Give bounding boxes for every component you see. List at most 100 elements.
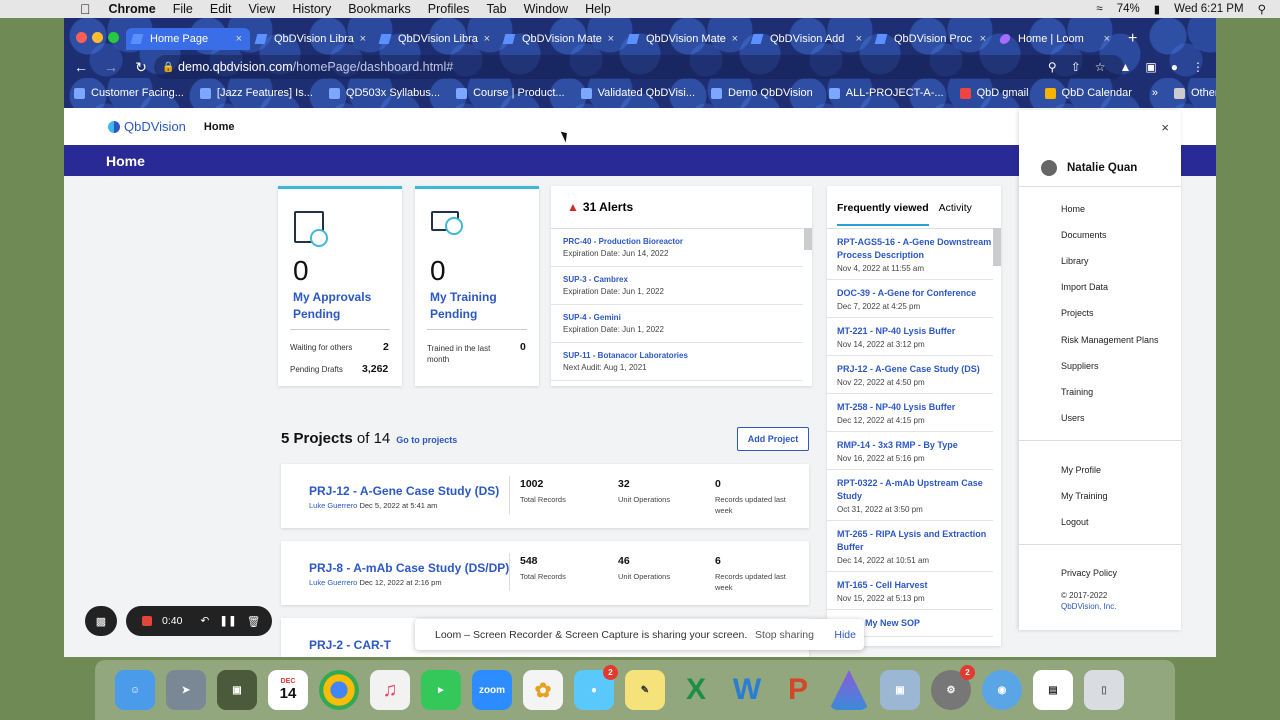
project-owner[interactable]: Luke Guerrero [309, 501, 357, 510]
profile-avatar[interactable]: ● [1171, 60, 1178, 74]
alert-title[interactable]: SUP-4 - Gemini [563, 313, 803, 322]
item-title[interactable]: MT-221 - NP-40 Lysis Buffer [837, 325, 993, 338]
close-tab-icon[interactable]: × [608, 33, 614, 45]
zoom-app-icon[interactable]: zoom [472, 670, 512, 710]
tab-home-page[interactable]: Home Page × [126, 28, 250, 50]
privacy-policy-link[interactable]: Privacy Policy [1061, 568, 1117, 578]
menu-app[interactable]: Chrome [109, 2, 156, 16]
bookmark-qbd-calendar[interactable]: QbD Calendar [1044, 87, 1132, 99]
bookmarks-overflow-icon[interactable]: » [1152, 87, 1158, 99]
list-item[interactable]: PRC-40 - Production Bioreactor Expiration… [551, 229, 803, 267]
item-title[interactable]: DOC-39 - A-Gene for Conference [837, 287, 993, 300]
project-title[interactable]: PRJ-12 - A-Gene Case Study (DS) [309, 484, 499, 498]
powerpoint-app-icon[interactable]: P [778, 670, 818, 710]
bookmark-other[interactable]: Other Bookmarks [1174, 87, 1216, 99]
forward-icon[interactable]: → [98, 59, 124, 75]
bookmark-validated-qbdvision[interactable]: Validated QbDVisi... [580, 87, 695, 99]
menu-tab[interactable]: Tab [486, 2, 506, 16]
alert-title[interactable]: PRC-40 - Production Bioreactor [563, 237, 803, 246]
list-item[interactable]: SUP-11 - Botanacor Laboratories Next Audi… [551, 343, 803, 381]
add-project-button[interactable]: Add Project [737, 427, 809, 451]
facetime-app-icon[interactable]: ► [421, 670, 461, 710]
network-app-icon[interactable]: ◉ [982, 670, 1022, 710]
list-item[interactable]: MT-258 - NP-40 Lysis Buffer Dec 12, 2022 … [827, 394, 993, 432]
clock[interactable]: Wed 6:21 PM [1174, 3, 1243, 15]
bookmark-course-product[interactable]: Course | Product... [456, 87, 565, 99]
tab-frequently-viewed[interactable]: Frequently viewed [837, 202, 929, 226]
bookmark-customer-facing[interactable]: Customer Facing... [74, 87, 184, 99]
new-tab-button[interactable]: + [1128, 28, 1137, 50]
battery-icon[interactable]: ▮ [1154, 2, 1160, 16]
calendar-app-icon[interactable]: DEC 14 [268, 670, 308, 710]
stickies-app-icon[interactable]: ✎ [625, 670, 665, 710]
alert-title[interactable]: SUP-3 - Cambrex [563, 275, 803, 284]
close-tab-icon[interactable]: × [732, 33, 738, 45]
undo-icon[interactable]: ↶ [200, 615, 209, 627]
lock-icon[interactable]: 🔒 [162, 62, 174, 73]
sidebar-icon[interactable]: ▣ [1145, 60, 1156, 74]
close-tab-icon[interactable]: × [1104, 33, 1110, 45]
back-icon[interactable]: ← [68, 59, 94, 75]
stop-sharing-button[interactable]: Stop sharing [755, 629, 814, 641]
close-tab-icon[interactable]: × [360, 33, 366, 45]
menu-item-library[interactable]: Library [1061, 256, 1089, 266]
menu-help[interactable]: Help [585, 2, 611, 16]
qbdvision-logo[interactable]: QbDVision [108, 119, 186, 134]
bookmark-demo-qbdvision[interactable]: Demo QbDVision [711, 87, 813, 99]
item-title[interactable]: PRJ-12 - A-Gene Case Study (DS) [837, 363, 993, 376]
tab-library-1[interactable]: QbDVision Libra × [250, 28, 374, 50]
bookmark-qd503x[interactable]: QD503x Syllabus... [328, 87, 440, 99]
apple-icon[interactable]:  [80, 1, 91, 17]
waiting-value[interactable]: 2 [383, 341, 389, 353]
item-title[interactable]: RPT-AGS5-16 - A-Gene Downstream Process … [837, 236, 993, 262]
hide-button[interactable]: Hide [834, 629, 856, 641]
word-app-icon[interactable]: W [727, 670, 767, 710]
zoom-icon[interactable]: ⚲ [1048, 60, 1057, 74]
menu-item-risk-management-plans[interactable]: Risk Management Plans [1061, 335, 1159, 345]
close-icon[interactable]: × [1161, 120, 1169, 135]
trash-bin-icon[interactable]: ▯ [1084, 670, 1124, 710]
frequent-scrollbar[interactable] [993, 228, 1001, 266]
approvals-card[interactable]: 0 My Approvals Pending Waiting for other… [278, 186, 402, 386]
photos-app-icon[interactable]: ✿ [523, 670, 563, 710]
share-icon[interactable]: ⇧ [1071, 60, 1081, 74]
project-card[interactable]: PRJ-8 - A-mAb Case Study (DS/DP) Luke Gu… [281, 541, 809, 605]
more-menu-icon[interactable]: ⋮ [1192, 60, 1204, 74]
bookmark-jazz-features[interactable]: [Jazz Features] Is... [199, 87, 313, 99]
minimize-window-button[interactable] [92, 32, 103, 43]
drafts-value[interactable]: 3,262 [362, 363, 388, 375]
chrome-app-icon[interactable] [319, 670, 359, 710]
header-home-link[interactable]: Home [204, 121, 235, 133]
close-tab-icon[interactable]: × [484, 33, 490, 45]
close-window-button[interactable] [76, 32, 87, 43]
menu-view[interactable]: View [248, 2, 275, 16]
wifi-icon[interactable]: ≈ [1096, 3, 1102, 15]
system-preferences-icon[interactable]: ⚙ 2 [931, 665, 975, 710]
bookmark-qbd-gmail[interactable]: QbD gmail [959, 87, 1029, 99]
reload-icon[interactable]: ↻ [128, 59, 154, 76]
messages-app-icon[interactable]: ● 2 [574, 665, 618, 710]
approvals-label[interactable]: My Approvals Pending [293, 289, 393, 323]
menu-item-users[interactable]: Users [1061, 413, 1085, 423]
list-item[interactable]: PRJ-12 - A-Gene Case Study (DS) Nov 22, 2… [827, 356, 993, 394]
address-bar[interactable]: 🔒 demo.qbdvision.com/homePage/dashboard.… [154, 55, 1124, 79]
list-item[interactable]: RPT-AGS5-16 - A-Gene Downstream Process … [827, 229, 993, 280]
project-title[interactable]: PRJ-8 - A-mAb Case Study (DS/DP) [309, 561, 509, 575]
list-item[interactable]: DOC-39 - A-Gene for Conference Dec 7, 202… [827, 280, 993, 318]
tab-library-2[interactable]: QbDVision Libra × [374, 28, 498, 50]
finder-icon[interactable]: ☺ [115, 670, 155, 710]
bookmark-all-project[interactable]: ALL-PROJECT-A-... [828, 87, 944, 99]
menu-item-my-training[interactable]: My Training [1061, 491, 1108, 501]
training-card[interactable]: 0 My Training Pending Trained in the las… [415, 186, 539, 386]
project-card[interactable]: PRJ-12 - A-Gene Case Study (DS) Luke Gue… [281, 464, 809, 528]
menu-item-projects[interactable]: Projects [1061, 308, 1094, 318]
menu-item-suppliers[interactable]: Suppliers [1061, 361, 1099, 371]
tab-activity[interactable]: Activity [939, 202, 972, 226]
training-label[interactable]: My Training Pending [430, 289, 530, 323]
item-title[interactable]: MT-165 - Cell Harvest [837, 579, 993, 592]
launchpad-icon[interactable]: ➤ [166, 670, 206, 710]
tab-process[interactable]: QbDVision Proc × [870, 28, 994, 50]
item-title[interactable]: RMP-14 - 3x3 RMP - By Type [837, 439, 993, 452]
tab-material-1[interactable]: QbDVision Mate × [498, 28, 622, 50]
photo-app-icon[interactable]: ▣ [217, 670, 257, 710]
